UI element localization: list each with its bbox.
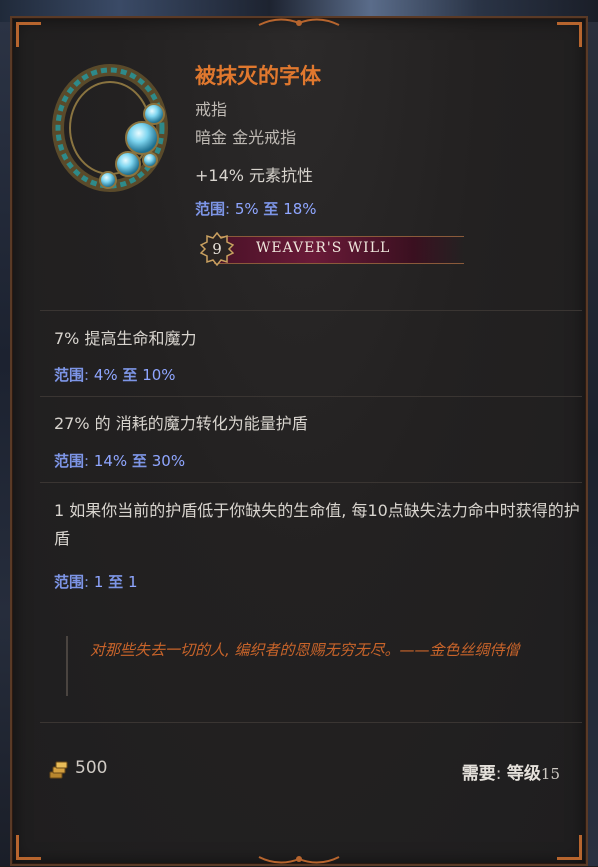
- level-value: 15: [540, 765, 560, 783]
- frame-corner: [16, 835, 41, 860]
- range-to: 至: [131, 452, 147, 470]
- affix-text: 27% 的 消耗的魔力转化为能量护盾: [54, 414, 308, 433]
- affix-text: 1 如果你当前的护盾低于你缺失的生命值, 每10点缺失法力命中时获得的护盾: [54, 501, 580, 548]
- item-type: 戒指: [195, 100, 228, 119]
- divider: [40, 396, 582, 397]
- frame-corner: [557, 22, 582, 47]
- divider: [40, 310, 582, 311]
- range-label: 范围: [195, 200, 226, 218]
- range-max: 30%: [151, 452, 186, 470]
- range-max: 1: [127, 573, 138, 591]
- affix-text: 7% 提高生命和魔力: [54, 329, 197, 348]
- divider: [40, 722, 582, 723]
- requirement-label: 需要: [461, 764, 496, 784]
- range-to: 至: [263, 200, 279, 218]
- frame-corner: [16, 22, 41, 47]
- implicit-stat: +14% 元素抗性: [195, 166, 314, 185]
- range-max: 18%: [283, 200, 317, 218]
- range-min: 14%: [93, 452, 128, 470]
- set-level: 9: [212, 240, 222, 258]
- gold-value: 500: [75, 758, 108, 778]
- item-name: 被抹灭的字体: [195, 64, 321, 88]
- affix-range: 范围: 1 至 1: [54, 573, 138, 591]
- ring-item-icon: [52, 64, 168, 192]
- frame-ornament-top: [258, 18, 340, 26]
- affix-range: 范围: 4% 至 10%: [54, 366, 176, 384]
- frame-corner: [557, 835, 582, 860]
- divider: [40, 482, 582, 483]
- range-to: 至: [122, 366, 138, 384]
- item-rarity-base: 暗金 金光戒指: [195, 128, 297, 147]
- frame-ornament-bottom: [258, 856, 340, 864]
- range-label: 范围: [54, 366, 85, 384]
- range-label: 范围: [54, 573, 85, 591]
- affix-range: 范围: 14% 至 30%: [54, 452, 186, 470]
- gold-coin-stack-icon: [49, 761, 68, 779]
- range-max: 10%: [142, 366, 176, 384]
- flavor-text: 对那些失去一切的人, 编织者的恩赐无穷无尽。——金色丝绸侍僧: [90, 641, 520, 659]
- range-to: 至: [108, 573, 124, 591]
- level-label: 等级: [506, 764, 541, 784]
- implicit-range: 范围: 5% 至 18%: [195, 200, 317, 218]
- range-min: 5%: [234, 200, 259, 218]
- range-label: 范围: [54, 452, 85, 470]
- item-tooltip: 被抹灭的字体 戒指 暗金 金光戒指 +14% 元素抗性 范围: 5% 至 18%…: [10, 16, 588, 866]
- range-min: 4%: [93, 366, 118, 384]
- level-requirement: 需要: 等级15: [461, 764, 560, 784]
- set-name: WEAVER'S WILL: [256, 240, 391, 256]
- range-min: 1: [93, 573, 104, 591]
- flavor-quote: 对那些失去一切的人, 编织者的恩赐无穷无尽。——金色丝绸侍僧: [66, 636, 568, 696]
- set-badge: 9 WEAVER'S WILL: [200, 232, 470, 266]
